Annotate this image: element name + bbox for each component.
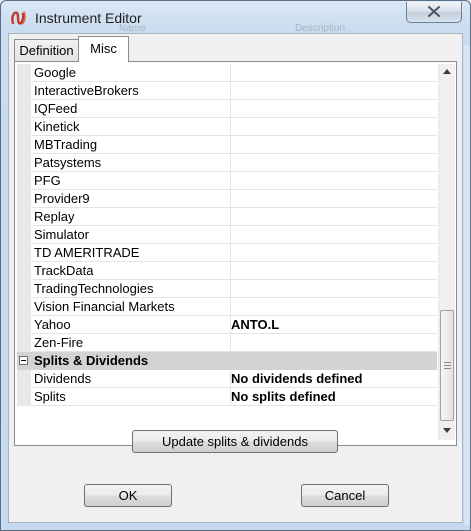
scroll-up-button[interactable] [439,64,456,81]
row-gutter [17,136,31,154]
property-name: Zen-Fire [31,334,231,352]
row-gutter [17,262,31,280]
collapse-icon[interactable] [19,356,28,365]
property-value[interactable] [228,190,437,208]
property-name: Simulator [31,226,231,244]
row-gutter [17,226,31,244]
property-name: TD AMERITRADE [31,244,231,262]
ninjatrader-logo-icon [10,9,28,27]
property-name: Yahoo [31,316,231,334]
property-value[interactable] [228,64,437,82]
property-row[interactable]: IQFeed [17,100,437,118]
row-gutter [17,298,31,316]
property-value[interactable] [228,208,437,226]
property-row[interactable]: Dividends No dividends defined [17,370,437,388]
property-value[interactable] [228,334,437,352]
row-gutter [17,100,31,118]
property-value[interactable]: No splits defined [228,388,437,406]
property-name: IQFeed [31,100,231,118]
property-name: Dividends [31,370,231,388]
property-row[interactable]: MBTrading [17,136,437,154]
tab-misc[interactable]: Misc [78,36,129,62]
row-gutter [17,280,31,298]
property-name: TradingTechnologies [31,280,231,298]
property-row[interactable]: TradingTechnologies [17,280,437,298]
property-value[interactable] [228,172,437,190]
row-gutter [17,190,31,208]
row-gutter [17,64,31,82]
property-row[interactable]: Patsystems [17,154,437,172]
row-gutter [17,388,31,406]
close-icon [428,6,440,17]
row-gutter [17,334,31,352]
background-window-edge [464,45,470,525]
cancel-button[interactable]: Cancel [301,484,389,507]
scroll-thumb[interactable] [440,310,454,421]
update-splits-dividends-button[interactable]: Update splits & dividends [132,430,338,453]
property-row[interactable]: Simulator [17,226,437,244]
arrow-up-icon [443,69,451,74]
property-name: PFG [31,172,231,190]
property-row[interactable]: Splits No splits defined [17,388,437,406]
property-value[interactable] [228,280,437,298]
arrow-down-icon [443,428,451,433]
property-row[interactable]: Kinetick [17,118,437,136]
property-name: Google [31,64,231,82]
property-name: InteractiveBrokers [31,82,231,100]
property-row[interactable]: Replay [17,208,437,226]
ok-button[interactable]: OK [84,484,172,507]
property-value[interactable] [228,154,437,172]
property-name: Patsystems [31,154,231,172]
row-gutter [17,244,31,262]
row-gutter [17,172,31,190]
property-row[interactable]: TD AMERITRADE [17,244,437,262]
property-value[interactable] [228,118,437,136]
vertical-scrollbar[interactable] [438,64,455,440]
property-grid[interactable]: Google InteractiveBrokers IQFeed Kinetick MB… [17,64,437,440]
row-gutter [17,370,31,388]
property-name: MBTrading [31,136,231,154]
category-splits-dividends[interactable]: Splits & Dividends [17,352,437,370]
property-value[interactable] [228,262,437,280]
category-label: Splits & Dividends [34,353,149,368]
property-row[interactable]: Google [17,64,437,82]
scroll-down-button[interactable] [439,423,456,440]
row-gutter [17,118,31,136]
property-row[interactable]: Provider9 [17,190,437,208]
property-value[interactable] [228,298,437,316]
property-row[interactable]: PFG [17,172,437,190]
property-value[interactable] [228,82,437,100]
property-name: Vision Financial Markets [31,298,231,316]
property-name: Kinetick [31,118,231,136]
property-row[interactable]: InteractiveBrokers [17,82,437,100]
property-value[interactable] [228,100,437,118]
window-title: Instrument Editor [35,10,142,26]
tab-definition[interactable]: Definition [14,39,79,61]
property-value[interactable] [228,226,437,244]
property-row[interactable]: TrackData [17,262,437,280]
property-name: Replay [31,208,231,226]
row-gutter [17,154,31,172]
row-gutter [17,82,31,100]
row-gutter [17,316,31,334]
dialog-client-area: Definition Misc Google InteractiveBrokers… [8,33,463,523]
row-gutter [17,208,31,226]
property-name: Provider9 [31,190,231,208]
property-name: TrackData [31,262,231,280]
property-row[interactable]: Yahoo ANTO.L [17,316,437,334]
property-name: Splits [31,388,231,406]
title-bar[interactable]: Name Description Instrument Editor [1,1,470,35]
property-value[interactable] [228,136,437,154]
close-button[interactable] [406,2,462,23]
instrument-editor-window: Name Description Instrument Editor Defin… [0,0,471,531]
property-value[interactable]: No dividends defined [228,370,437,388]
property-row[interactable]: Zen-Fire [17,334,437,352]
property-value[interactable] [228,244,437,262]
misc-tab-panel: Google InteractiveBrokers IQFeed Kinetick MB… [14,61,457,446]
property-row[interactable]: Vision Financial Markets [17,298,437,316]
property-value[interactable]: ANTO.L [228,316,437,334]
